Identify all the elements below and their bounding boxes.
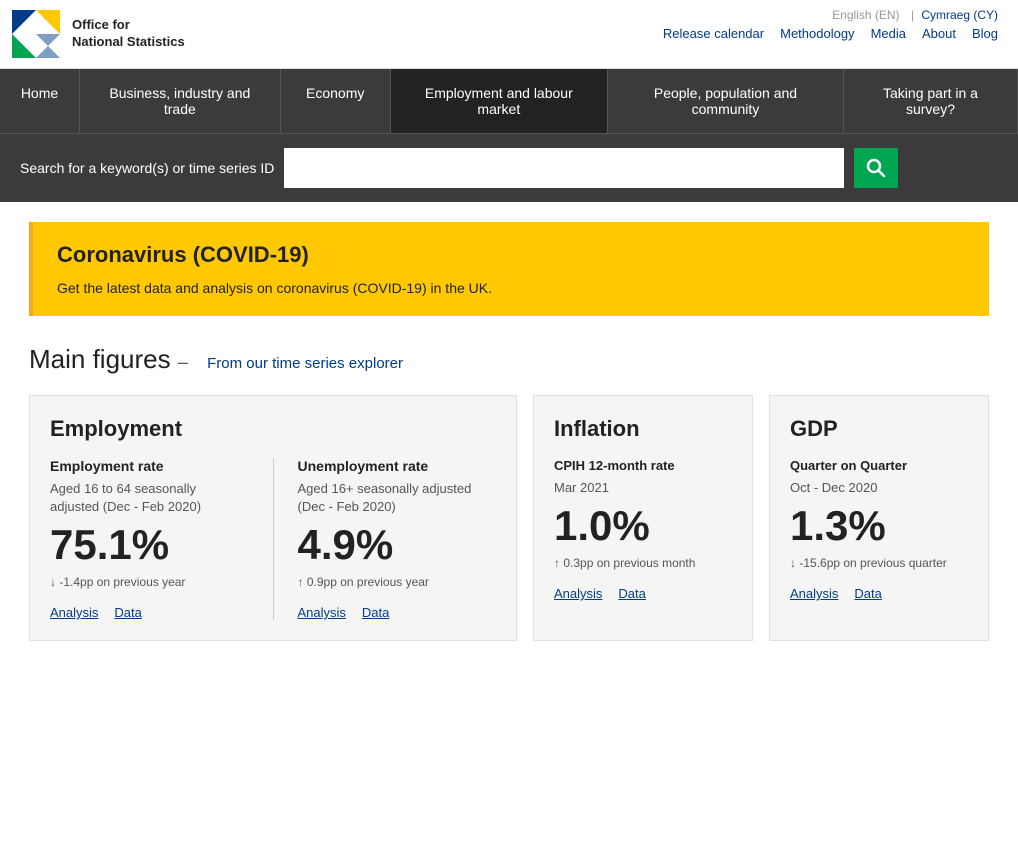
employment-rate-value: 75.1%: [50, 524, 249, 566]
language-cy-link[interactable]: Cymraeg (CY): [921, 8, 998, 22]
employment-rate-change-text: -1.4pp on previous year: [59, 575, 185, 589]
employment-rate-change-arrow: ↓: [50, 575, 56, 589]
gdp-change-text: -15.6pp on previous quarter: [799, 556, 946, 570]
gdp-rate-value: 1.3%: [790, 505, 968, 547]
media-link[interactable]: Media: [871, 26, 906, 41]
utility-nav: Release calendar Methodology Media About…: [663, 26, 998, 41]
employment-rate-section: Employment rate Aged 16 to 64 seasonally…: [50, 458, 249, 620]
unemployment-rate-desc: Aged 16+ seasonally adjusted (Dec - Feb …: [298, 480, 497, 516]
unemployment-rate-data-link[interactable]: Data: [362, 605, 389, 620]
unemployment-rate-section: Unemployment rate Aged 16+ seasonally ad…: [298, 458, 497, 620]
covid-title: Coronavirus (COVID-19): [57, 242, 965, 268]
main-nav: Home Business, industry and trade Econom…: [0, 69, 1018, 133]
employment-rate-desc: Aged 16 to 64 seasonally adjusted (Dec -…: [50, 480, 249, 516]
employment-card-divider: [273, 458, 274, 620]
time-series-explorer-link[interactable]: From our time series explorer: [207, 355, 403, 372]
unemployment-rate-change-arrow: ↑: [298, 575, 304, 589]
gdp-card-title: GDP: [790, 416, 968, 442]
inflation-section: CPIH 12-month rate Mar 2021 1.0% ↑ 0.3pp…: [554, 458, 732, 601]
inflation-change-arrow: ↑: [554, 556, 560, 570]
employment-rate-analysis-link[interactable]: Analysis: [50, 605, 98, 620]
language-en: English (EN): [832, 8, 899, 22]
language-bar: English (EN) | Cymraeg (CY): [828, 8, 998, 22]
ons-logo-icon: [10, 8, 62, 60]
nav-economy[interactable]: Economy: [281, 69, 391, 133]
nav-people[interactable]: People, population and community: [608, 69, 844, 133]
covid-link[interactable]: Get the latest data and analysis on coro…: [57, 280, 492, 296]
inflation-analysis-link[interactable]: Analysis: [554, 586, 602, 601]
search-bar: Search for a keyword(s) or time series I…: [0, 133, 1018, 202]
unemployment-rate-change-text: 0.9pp on previous year: [307, 575, 429, 589]
gdp-section: Quarter on Quarter Oct - Dec 2020 1.3% ↓…: [790, 458, 968, 601]
top-header: Office for National Statistics English (…: [0, 0, 1018, 69]
inflation-card: Inflation CPIH 12-month rate Mar 2021 1.…: [533, 395, 753, 641]
gdp-change-arrow: ↓: [790, 556, 796, 570]
employment-rate-data-link[interactable]: Data: [114, 605, 141, 620]
inflation-card-title: Inflation: [554, 416, 732, 442]
gdp-links: Analysis Data: [790, 586, 968, 601]
nav-home[interactable]: Home: [0, 69, 80, 133]
gdp-rate-change: ↓ -15.6pp on previous quarter: [790, 555, 968, 572]
nav-employment[interactable]: Employment and labour market: [391, 69, 608, 133]
employment-rate-links: Analysis Data: [50, 605, 249, 620]
inflation-change-text: 0.3pp on previous month: [563, 556, 695, 570]
org-name: Office for National Statistics: [72, 17, 185, 51]
search-icon: [866, 158, 886, 178]
inflation-rate-value: 1.0%: [554, 505, 732, 547]
unemployment-rate-title: Unemployment rate: [298, 458, 497, 474]
inflation-rate-desc: Mar 2021: [554, 479, 732, 497]
inflation-rate-title: CPIH 12-month rate: [554, 458, 732, 473]
employment-card-inner: Employment rate Aged 16 to 64 seasonally…: [50, 458, 496, 620]
search-label: Search for a keyword(s) or time series I…: [20, 160, 274, 176]
blog-link[interactable]: Blog: [972, 26, 998, 41]
logo-area: Office for National Statistics: [10, 8, 185, 60]
unemployment-rate-value: 4.9%: [298, 524, 497, 566]
employment-card-title: Employment: [50, 416, 496, 442]
gdp-rate-desc: Oct - Dec 2020: [790, 479, 968, 497]
inflation-data-link[interactable]: Data: [618, 586, 645, 601]
search-input[interactable]: [284, 148, 844, 188]
cards-row: Employment Employment rate Aged 16 to 64…: [29, 395, 989, 641]
nav-survey[interactable]: Taking part in a survey?: [844, 69, 1018, 133]
gdp-rate-title: Quarter on Quarter: [790, 458, 968, 473]
unemployment-rate-analysis-link[interactable]: Analysis: [298, 605, 346, 620]
main-figures-heading: Main figures – From our time series expl…: [29, 344, 989, 375]
main-content: Coronavirus (COVID-19) Get the latest da…: [9, 202, 1009, 661]
employment-rate-title: Employment rate: [50, 458, 249, 474]
release-calendar-link[interactable]: Release calendar: [663, 26, 764, 41]
methodology-link[interactable]: Methodology: [780, 26, 854, 41]
search-button[interactable]: [854, 148, 898, 188]
gdp-card: GDP Quarter on Quarter Oct - Dec 2020 1.…: [769, 395, 989, 641]
nav-business[interactable]: Business, industry and trade: [80, 69, 281, 133]
employment-card: Employment Employment rate Aged 16 to 64…: [29, 395, 517, 641]
gdp-data-link[interactable]: Data: [854, 586, 881, 601]
top-right-nav: English (EN) | Cymraeg (CY) Release cale…: [663, 8, 998, 41]
gdp-analysis-link[interactable]: Analysis: [790, 586, 838, 601]
unemployment-rate-links: Analysis Data: [298, 605, 497, 620]
employment-rate-change: ↓ -1.4pp on previous year: [50, 574, 249, 591]
unemployment-rate-change: ↑ 0.9pp on previous year: [298, 574, 497, 591]
inflation-rate-change: ↑ 0.3pp on previous month: [554, 555, 732, 572]
covid-banner: Coronavirus (COVID-19) Get the latest da…: [29, 222, 989, 316]
about-link[interactable]: About: [922, 26, 956, 41]
inflation-links: Analysis Data: [554, 586, 732, 601]
